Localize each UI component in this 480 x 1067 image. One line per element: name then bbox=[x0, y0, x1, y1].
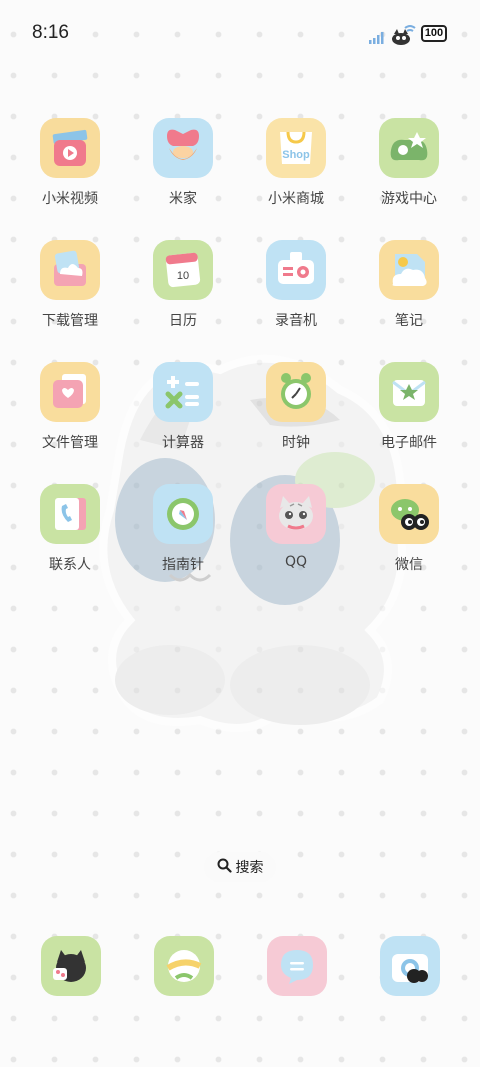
qq-cat-icon bbox=[266, 484, 326, 544]
app-label: QQ bbox=[284, 554, 308, 570]
recorder-icon bbox=[266, 240, 326, 300]
dock-camera-icon[interactable] bbox=[380, 936, 440, 996]
compass-icon bbox=[153, 484, 213, 544]
app-label: 日历 bbox=[169, 313, 197, 329]
video-player-icon bbox=[40, 118, 100, 178]
app-xiaomi-store[interactable]: Shop 小米商城 bbox=[246, 118, 346, 208]
app-file-manager[interactable]: 文件管理 bbox=[20, 362, 120, 452]
app-contacts[interactable]: 联系人 bbox=[20, 484, 120, 574]
app-wechat[interactable]: 微信 bbox=[359, 484, 459, 574]
app-label: 录音机 bbox=[275, 313, 317, 329]
app-label: 小米商城 bbox=[268, 191, 324, 207]
app-label: 米家 bbox=[169, 191, 197, 207]
svg-text:Shop: Shop bbox=[282, 149, 310, 161]
app-label: 小米视频 bbox=[42, 191, 98, 207]
app-xiaomi-video[interactable]: 小米视频 bbox=[20, 118, 120, 208]
app-recorder[interactable]: 录音机 bbox=[246, 240, 346, 330]
notes-cloud-icon bbox=[379, 240, 439, 300]
home-heart-icon bbox=[153, 118, 213, 178]
app-download-manager[interactable]: 下载管理 bbox=[20, 240, 120, 330]
calculator-icon bbox=[153, 362, 213, 422]
app-label: 下载管理 bbox=[42, 313, 98, 329]
app-calendar[interactable]: 10 日历 bbox=[133, 240, 233, 330]
dock-browser-icon[interactable] bbox=[154, 936, 214, 996]
status-time: 8:16 bbox=[32, 22, 69, 43]
app-mijia[interactable]: 米家 bbox=[133, 118, 233, 208]
app-label: 微信 bbox=[395, 557, 423, 573]
app-notes[interactable]: 笔记 bbox=[359, 240, 459, 330]
folder-heart-icon bbox=[40, 362, 100, 422]
signal-icon bbox=[369, 29, 385, 44]
svg-text:10: 10 bbox=[177, 270, 189, 282]
app-label: 笔记 bbox=[395, 313, 423, 329]
game-controller-icon bbox=[379, 118, 439, 178]
contacts-phone-icon bbox=[40, 484, 100, 544]
download-cloud-icon bbox=[40, 240, 100, 300]
app-compass[interactable]: 指南针 bbox=[133, 484, 233, 574]
search-button[interactable]: 搜索 bbox=[204, 852, 276, 882]
app-label: 电子邮件 bbox=[381, 435, 437, 451]
wechat-bubble-icon bbox=[379, 484, 439, 544]
wifi-cat-icon bbox=[391, 24, 417, 46]
app-email[interactable]: 电子邮件 bbox=[359, 362, 459, 452]
app-label: 文件管理 bbox=[42, 435, 98, 451]
dock-phone-icon[interactable] bbox=[41, 936, 101, 996]
calendar-icon: 10 bbox=[153, 240, 213, 300]
app-label: 指南针 bbox=[162, 557, 204, 573]
app-calculator[interactable]: 计算器 bbox=[133, 362, 233, 452]
mail-star-icon bbox=[379, 362, 439, 422]
app-qq[interactable]: QQ bbox=[246, 484, 346, 570]
app-label: 时钟 bbox=[282, 435, 310, 451]
app-clock[interactable]: 时钟 bbox=[246, 362, 346, 452]
app-game-center[interactable]: 游戏中心 bbox=[359, 118, 459, 208]
shop-bag-icon: Shop bbox=[266, 118, 326, 178]
dock-messages-icon[interactable] bbox=[267, 936, 327, 996]
app-label: 游戏中心 bbox=[381, 191, 437, 207]
app-label: 计算器 bbox=[162, 435, 204, 451]
app-label: 联系人 bbox=[49, 557, 91, 573]
search-icon bbox=[217, 858, 232, 877]
clock-icon bbox=[266, 362, 326, 422]
status-bar: 8:16 100 bbox=[0, 0, 480, 70]
search-label: 搜索 bbox=[235, 860, 264, 876]
battery-icon: 100 bbox=[421, 25, 447, 42]
